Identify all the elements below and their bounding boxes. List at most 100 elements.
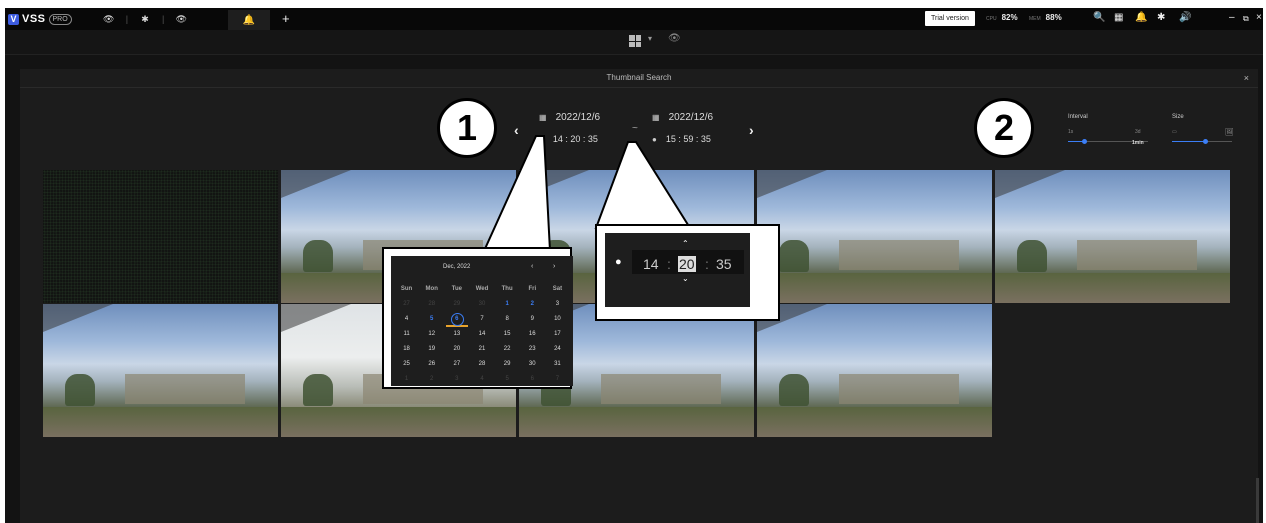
clock-icon: ● — [615, 256, 622, 268]
thumbnail[interactable] — [757, 170, 992, 303]
interval-label: Interval — [1068, 114, 1088, 120]
calendar-day[interactable]: 1 — [394, 372, 419, 387]
callout-number-2: 2 — [974, 98, 1034, 158]
calendar-day[interactable]: 30 — [469, 297, 494, 312]
bell-icon: 🔔 — [242, 14, 256, 26]
gear-icon[interactable]: ✱ — [1157, 12, 1165, 23]
calendar-day[interactable]: 21 — [469, 342, 494, 357]
calendar-day[interactable]: 18 — [394, 342, 419, 357]
calendar-day[interactable]: 15 — [495, 327, 520, 342]
hour-field[interactable]: 14 — [643, 256, 659, 272]
calendar-day[interactable]: 4 — [394, 312, 419, 327]
calendar-day[interactable]: 25 — [394, 357, 419, 372]
calendar-day[interactable]: 28 — [469, 357, 494, 372]
calendar-day[interactable]: 29 — [495, 357, 520, 372]
eye-icon[interactable]: 👁 — [102, 14, 116, 25]
cpu-usage: CPU 82% — [986, 13, 1018, 22]
size-slider[interactable] — [1172, 139, 1232, 144]
weekday-header: Mon — [425, 286, 438, 292]
next-range-button[interactable]: › — [749, 122, 754, 138]
calendar-icon: ▦ — [652, 113, 660, 122]
eye-icon[interactable]: 👁 — [174, 14, 188, 25]
calendar-day[interactable]: 27 — [444, 357, 469, 372]
decrement-button[interactable]: ⌄ — [682, 274, 689, 283]
layout-grid-button[interactable] — [629, 35, 641, 47]
prev-range-button[interactable]: ‹ — [514, 122, 519, 138]
dialog-title: Thumbnail Search — [606, 73, 672, 82]
calendar-day[interactable]: 24 — [545, 342, 570, 357]
calendar-day[interactable]: 6 — [444, 312, 469, 327]
thumbnail[interactable] — [995, 170, 1230, 303]
calendar-day[interactable]: 9 — [520, 312, 545, 327]
calendar-day[interactable]: 20 — [444, 342, 469, 357]
calendar-day[interactable]: 2 — [520, 297, 545, 312]
calendar-day[interactable]: 7 — [469, 312, 494, 327]
calendar-day[interactable]: 11 — [394, 327, 419, 342]
start-time[interactable]: ● 14 : 20 : 35 — [539, 134, 598, 144]
calendar-day[interactable]: 5 — [419, 312, 444, 327]
interval-slider-handle[interactable] — [1082, 139, 1087, 144]
calendar-day[interactable]: 7 — [545, 372, 570, 387]
calendar-day[interactable]: 13 — [444, 327, 469, 342]
calendar-day[interactable]: 29 — [444, 297, 469, 312]
calendar-day[interactable]: 2 — [419, 372, 444, 387]
size-slider-handle[interactable] — [1203, 139, 1208, 144]
tab-alarm[interactable]: 🔔 — [228, 10, 270, 30]
calendar-day[interactable]: 1 — [495, 297, 520, 312]
calendar-day[interactable]: 5 — [495, 372, 520, 387]
eye-icon[interactable]: 👁 — [668, 33, 681, 44]
close-button[interactable]: × — [1256, 12, 1262, 23]
restore-button[interactable]: ⧉ — [1243, 14, 1249, 24]
clock-icon: ● — [652, 135, 657, 144]
calendar-day[interactable]: 10 — [545, 312, 570, 327]
calendar-day[interactable]: 6 — [520, 372, 545, 387]
calendar-day[interactable]: 27 — [394, 297, 419, 312]
logo-mark: V — [8, 13, 19, 25]
calendar-day[interactable]: 12 — [419, 327, 444, 342]
chevron-down-icon[interactable]: ▾ — [648, 34, 652, 43]
calendar-day[interactable]: 28 — [419, 297, 444, 312]
calendar-day[interactable]: 3 — [545, 297, 570, 312]
calendar-day[interactable]: 23 — [520, 342, 545, 357]
increment-button[interactable]: ⌃ — [682, 239, 689, 248]
layout-bar: ▾ 👁 — [5, 30, 1263, 55]
calendar-day[interactable]: 31 — [545, 357, 570, 372]
calendar-day[interactable]: 16 — [520, 327, 545, 342]
search-icon[interactable]: 🔍 — [1093, 12, 1105, 23]
calendar-day[interactable]: 26 — [419, 357, 444, 372]
calendar-day[interactable]: 17 — [545, 327, 570, 342]
gear-icon[interactable]: ✱ — [138, 14, 152, 25]
calendar-next-button[interactable]: › — [553, 263, 555, 270]
calendar-day[interactable]: 30 — [520, 357, 545, 372]
calendar-day[interactable]: 4 — [469, 372, 494, 387]
weekday-header: Tue — [451, 286, 462, 292]
calendar-day[interactable]: 8 — [495, 312, 520, 327]
thumbnail[interactable] — [757, 304, 992, 437]
minute-field[interactable]: 20 — [678, 256, 696, 272]
large-image-icon: 🖼 — [1225, 129, 1234, 136]
calendar-day[interactable]: 19 — [419, 342, 444, 357]
start-date[interactable]: ▦ 2022/12/6 — [539, 112, 600, 123]
add-tab-button[interactable]: + — [282, 11, 290, 26]
volume-icon[interactable]: 🔊 — [1179, 12, 1191, 23]
top-bar: V VSS PRO 👁 | ✱ | 👁 — [5, 8, 1263, 30]
calendar-day[interactable]: 22 — [495, 342, 520, 357]
app-name: VSS — [22, 13, 46, 25]
grid-icon[interactable]: ▦ — [1114, 12, 1123, 23]
edition-badge: PRO — [48, 13, 72, 25]
small-image-icon: ▭ — [1172, 129, 1177, 135]
trial-version-badge[interactable]: Trial version — [925, 11, 975, 26]
calendar-prev-button[interactable]: ‹ — [531, 263, 533, 270]
bell-icon[interactable]: 🔔 — [1135, 12, 1147, 23]
end-time[interactable]: ● 15 : 59 : 35 — [652, 134, 711, 144]
end-date[interactable]: ▦ 2022/12/6 — [652, 112, 713, 123]
calendar-grid: Sun Mon Tue Wed Thu Fri Sat 27 28 29 30 1 2 3 4 5 6 7 8 9 10… — [394, 282, 570, 387]
calendar-day[interactable]: 14 — [469, 327, 494, 342]
calendar-day[interactable]: 3 — [444, 372, 469, 387]
thumbnail[interactable] — [43, 170, 278, 303]
dialog-close-button[interactable]: × — [1244, 69, 1249, 87]
thumbnail[interactable] — [43, 304, 278, 437]
second-field[interactable]: 35 — [716, 256, 732, 272]
minimize-button[interactable]: – — [1229, 12, 1235, 23]
calendar-icon: ▦ — [539, 113, 547, 122]
